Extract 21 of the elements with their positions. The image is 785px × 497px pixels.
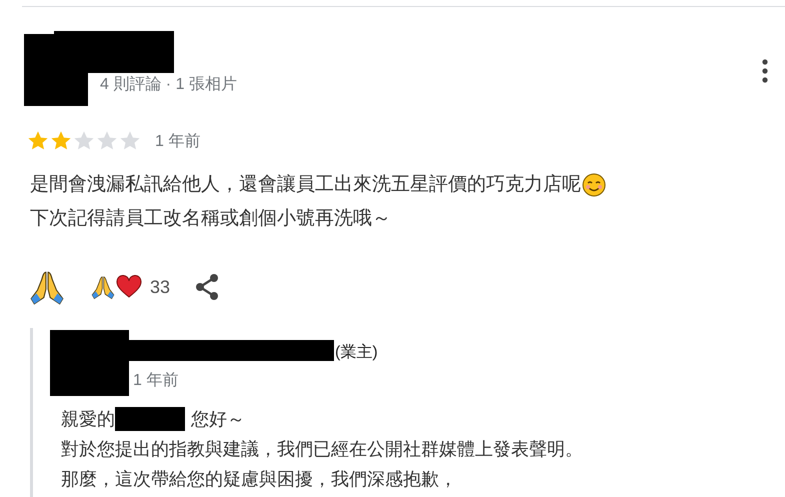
review-text: 下次記得請員工改名稱或創個小號再洗哦～ (30, 207, 391, 231)
greeting-text: 您好～ (191, 408, 245, 431)
reply-text: 那麼，這次帶給您的疑慮與困擾，我們深感抱歉， (61, 468, 458, 491)
review-time: 1 年前 (155, 132, 200, 152)
reaction-count: 33 (150, 276, 170, 298)
empty-star-icon (73, 130, 95, 152)
empty-star-icon (96, 130, 118, 152)
greeting-text: 親愛的 (61, 408, 115, 431)
share-icon[interactable] (194, 273, 220, 301)
owner-label: (業主) (335, 342, 378, 363)
redaction-block (115, 407, 185, 431)
reply-text: 對於您提出的指教與建議，我們已經在公開社群媒體上發表聲明。 (61, 438, 584, 461)
empty-star-icon (119, 130, 141, 152)
reply-time: 1 年前 (133, 371, 178, 391)
filled-star-icon (50, 130, 72, 152)
reviewer-stats: 4 則評論 · 1 張相片 (100, 74, 237, 95)
smiling-face-icon (582, 173, 606, 197)
heart-icon (116, 275, 142, 299)
filled-star-icon (27, 130, 49, 152)
review-text: 是間會洩漏私訊給他人，還會讓員工出來洗五星評價的巧克力店呢 (30, 173, 581, 197)
praying-hands-icon (90, 274, 116, 300)
